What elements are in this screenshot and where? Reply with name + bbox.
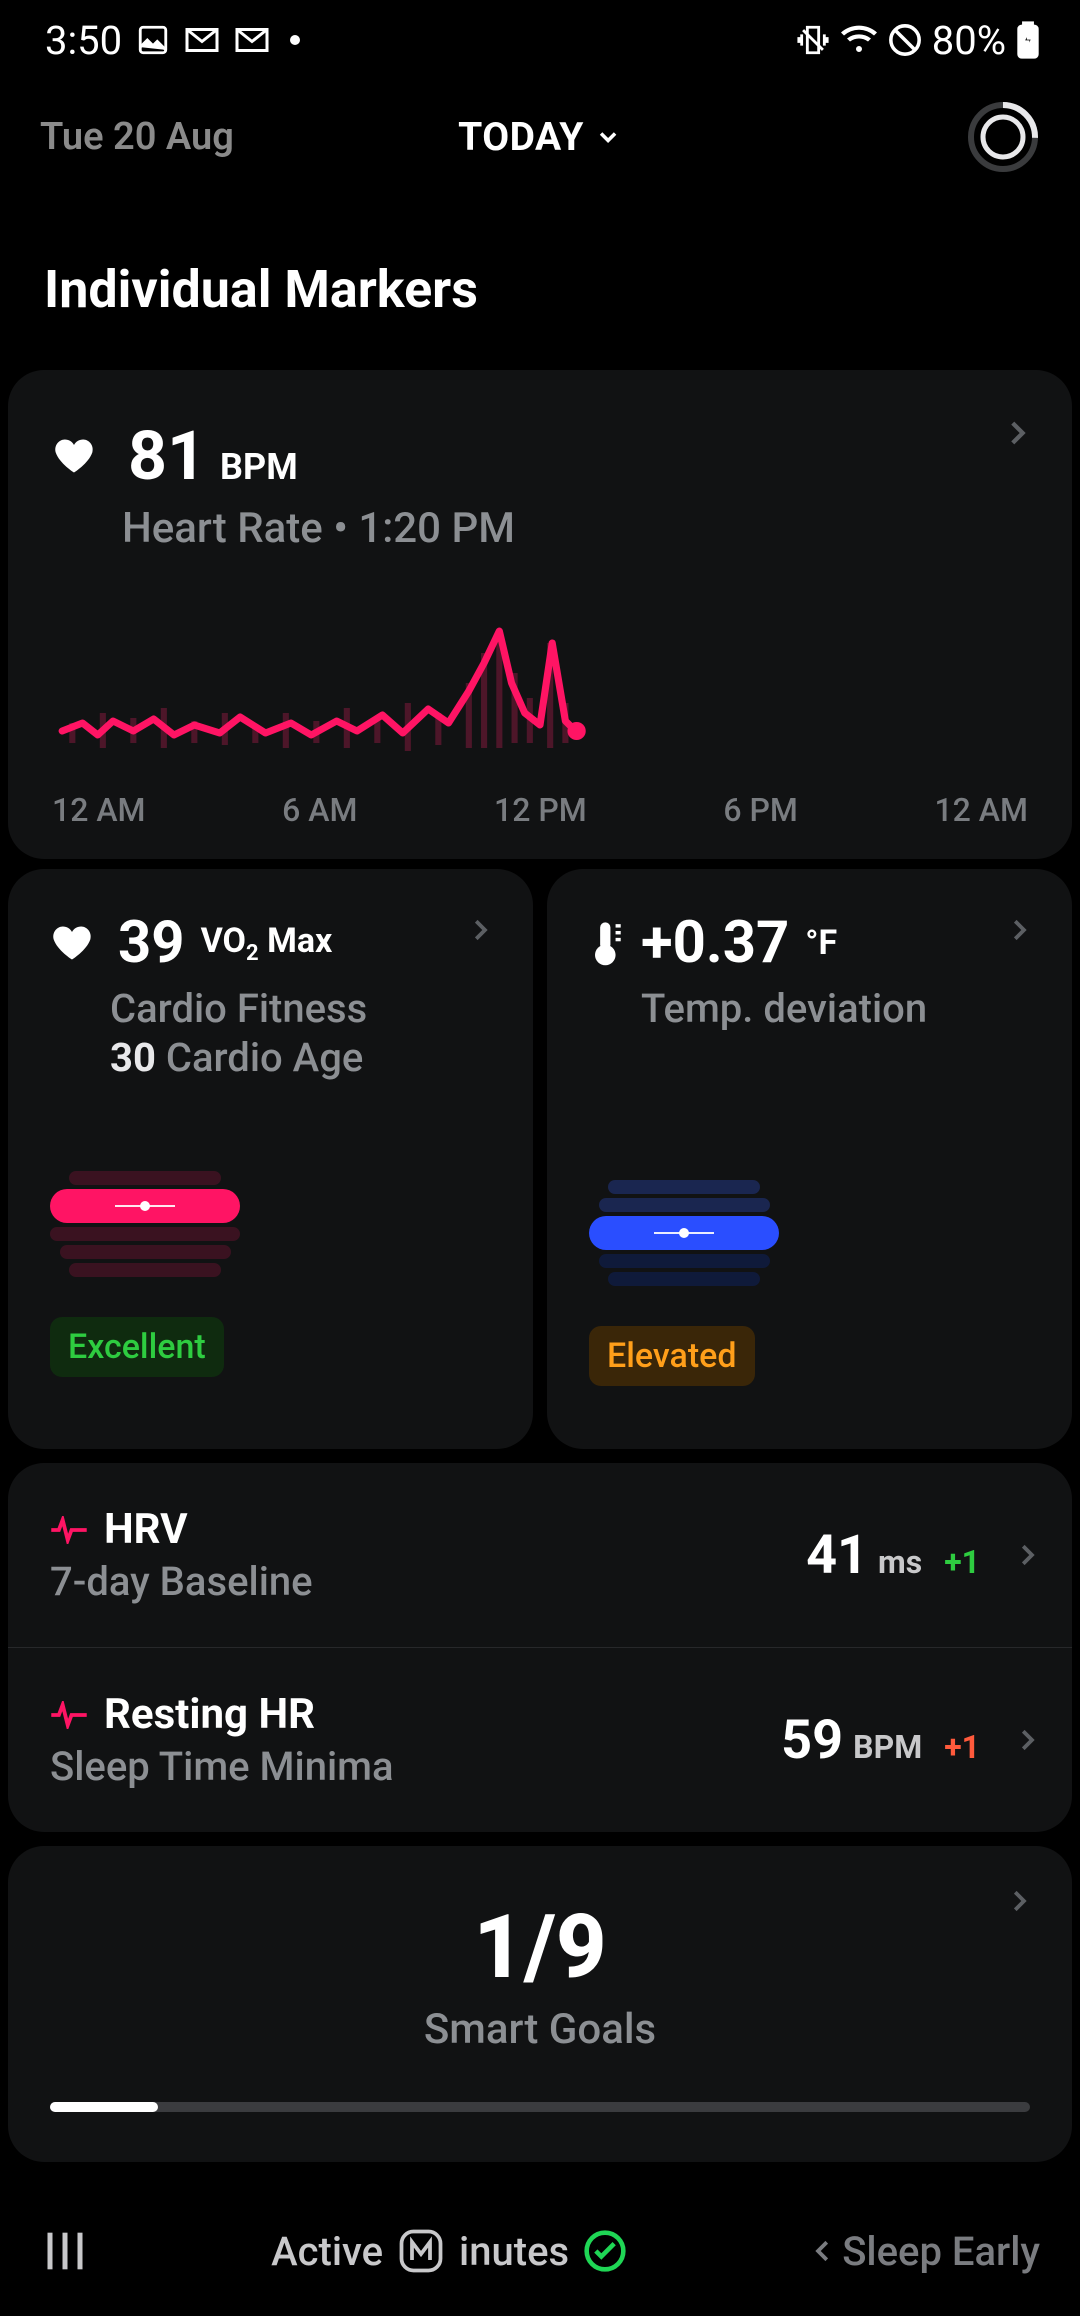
resting-hr-subtitle: Sleep Time Minima: [50, 1743, 781, 1790]
heart-rate-value: 81: [128, 416, 206, 496]
thermometer-icon: [589, 919, 625, 967]
image-icon: [136, 23, 170, 57]
check-circle-icon: [583, 2229, 627, 2273]
status-bar: 3:50 80%: [0, 0, 1080, 80]
nav-center-label-2: inutes: [459, 2228, 569, 2275]
nav-active-minutes[interactable]: Active inutes: [271, 2227, 627, 2275]
square-m-icon: [397, 2227, 445, 2275]
hrv-row[interactable]: HRV 7-day Baseline 41 ms +1: [8, 1463, 1072, 1647]
pulse-icon: [50, 1516, 88, 1544]
temp-value: +0.37: [641, 909, 789, 977]
gmail-icon: [234, 26, 270, 54]
goals-label: Smart Goals: [50, 2005, 1030, 2054]
hrv-unit: ms: [878, 1543, 922, 1581]
chevron-down-icon: [594, 123, 622, 151]
cardio-fitness-card[interactable]: 39 VO2 Max Cardio Fitness 30 Cardio Age …: [8, 869, 533, 1449]
section-title: Individual Markers: [0, 189, 1080, 360]
goals-progress-fill: [50, 2102, 158, 2112]
chevron-right-icon: [1000, 416, 1034, 450]
chevron-right-icon: [465, 915, 495, 945]
heart-rate-subtitle: Heart Rate • 1:20 PM: [122, 504, 1028, 553]
date-header: Tue 20 Aug TODAY: [0, 80, 1080, 189]
profile-ring-button[interactable]: [966, 100, 1040, 174]
goals-progress: [50, 2102, 1030, 2112]
cardio-badge: Excellent: [50, 1317, 224, 1377]
vibrate-icon: [796, 23, 830, 57]
wifi-icon: [840, 25, 878, 55]
gmail-icon: [184, 26, 220, 54]
cardio-range-indicator: [50, 1171, 240, 1277]
heart-icon: [50, 921, 94, 965]
hrv-delta: +1: [944, 1543, 980, 1581]
status-time: 3:50: [45, 17, 122, 64]
resting-hr-delta: +1: [944, 1728, 980, 1766]
temp-deviation-card[interactable]: +0.37 °F Temp. deviation Elevated: [547, 869, 1072, 1449]
header-date[interactable]: Tue 20 Aug: [40, 115, 234, 159]
hrv-title: HRV: [104, 1505, 188, 1554]
temp-range-indicator: [589, 1180, 779, 1286]
more-dot-icon: [290, 35, 300, 45]
nav-sleep-early[interactable]: Sleep Early: [808, 2228, 1040, 2275]
battery-charging-icon: [1016, 21, 1040, 59]
nav-center-label-1: Active: [271, 2228, 383, 2275]
today-dropdown[interactable]: TODAY: [458, 114, 622, 160]
cardio-label: Cardio Fitness: [110, 985, 491, 1032]
resting-hr-row[interactable]: Resting HR Sleep Time Minima 59 BPM +1: [8, 1647, 1072, 1832]
heart-rate-unit: BPM: [220, 446, 298, 488]
heart-rate-card[interactable]: 81 BPM Heart Rate • 1:20 PM 12 AM 6 AM 1…: [8, 370, 1072, 859]
resting-hr-title: Resting HR: [104, 1690, 315, 1739]
heart-rate-chart: [52, 613, 1028, 773]
temp-unit: °F: [805, 923, 837, 963]
status-battery-pct: 80%: [932, 17, 1006, 64]
heart-rate-axis: 12 AM 6 AM 12 PM 6 PM 12 AM: [52, 791, 1028, 829]
vo2-value: 39: [118, 909, 185, 977]
vo2-unit: VO2 Max: [201, 921, 333, 966]
chevron-right-icon: [1012, 1540, 1042, 1570]
today-label: TODAY: [458, 114, 584, 160]
cardio-age: 30 Cardio Age: [110, 1034, 491, 1081]
temp-badge: Elevated: [589, 1326, 755, 1386]
chevron-right-icon: [1012, 1725, 1042, 1755]
smart-goals-card[interactable]: 1/9 Smart Goals: [8, 1846, 1072, 2162]
chevron-left-icon: [808, 2231, 838, 2271]
nav-right-label: Sleep Early: [842, 2228, 1040, 2275]
pulse-icon: [50, 1701, 88, 1729]
nav-menu-button[interactable]: [40, 2229, 90, 2273]
hrv-value: 41: [806, 1524, 868, 1587]
hrv-subtitle: 7-day Baseline: [50, 1558, 806, 1605]
heart-icon: [52, 434, 96, 478]
do-not-disturb-icon: [888, 23, 922, 57]
resting-hr-value: 59: [781, 1709, 843, 1772]
bottom-nav: Active inutes Sleep Early: [0, 2186, 1080, 2316]
temp-label: Temp. deviation: [641, 985, 1030, 1032]
chevron-right-icon: [1004, 1886, 1034, 1916]
goals-value: 1/9: [50, 1896, 1030, 1999]
chevron-right-icon: [1004, 915, 1034, 945]
resting-hr-unit: BPM: [853, 1728, 922, 1766]
